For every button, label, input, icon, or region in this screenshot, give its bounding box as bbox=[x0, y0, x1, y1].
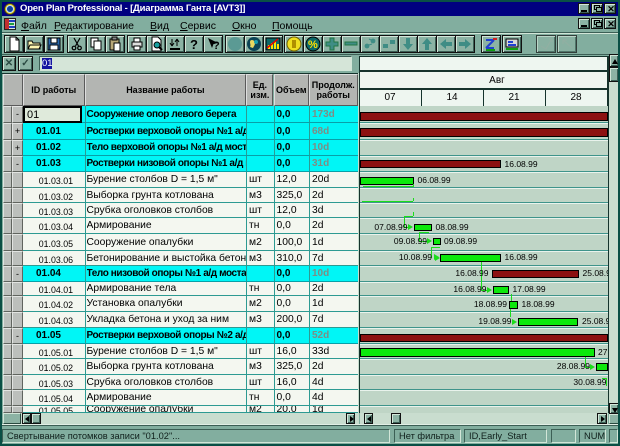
svg-text:?: ? bbox=[190, 37, 198, 52]
svg-text:%: % bbox=[308, 39, 318, 51]
svg-text:?: ? bbox=[213, 40, 220, 52]
